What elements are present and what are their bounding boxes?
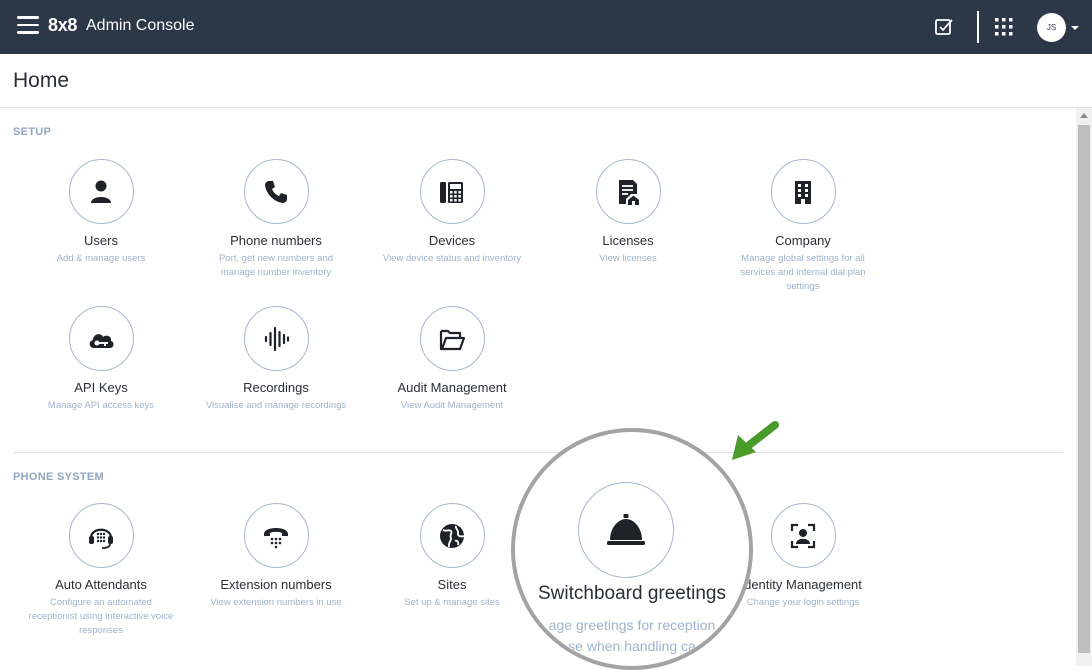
menu-icon[interactable] <box>17 16 39 34</box>
tile-extension-numbers[interactable]: Extension numbers View extension numbers… <box>191 503 361 610</box>
page-title: Home <box>13 69 70 92</box>
tile-description: Configure an automated receptionist usin… <box>28 597 174 636</box>
scrollbar-thumb[interactable] <box>1078 125 1090 653</box>
tile-icon-circle[interactable] <box>770 159 836 224</box>
cloud-key-icon <box>89 333 114 348</box>
tile-icon-circle[interactable] <box>68 159 134 224</box>
tile-icon-circle[interactable] <box>243 159 309 224</box>
tile-label: Sites <box>437 577 467 592</box>
tile-icon-circle[interactable] <box>419 159 485 224</box>
avatar[interactable]: JS <box>1037 13 1066 42</box>
tile-icon-circle[interactable] <box>419 306 485 371</box>
headset-icon <box>89 528 113 549</box>
app-title: Admin Console <box>86 17 195 34</box>
tile-icon-circle[interactable] <box>578 482 674 578</box>
tile-description: Manage API access keys <box>47 400 155 411</box>
license-icon <box>619 179 639 205</box>
tile-icon-circle[interactable] <box>595 159 661 224</box>
topbar-divider <box>977 11 979 43</box>
tasks-check-icon[interactable] <box>934 17 954 37</box>
zoom-desc-line-1: age greetings for reception <box>548 617 716 633</box>
tile-recordings[interactable]: Recordings Visualise and manage recordin… <box>191 306 361 413</box>
tile-description: Set up & manage sites <box>404 597 500 608</box>
tile-icon-circle[interactable] <box>243 503 309 568</box>
tile-label: Users <box>84 233 118 248</box>
tile-icon-circle[interactable] <box>770 503 836 568</box>
tile-label: Switchboard greetings <box>538 583 726 604</box>
tile-icon-circle[interactable] <box>68 503 134 568</box>
tile-users[interactable]: Users Add & manage users <box>16 159 186 266</box>
tile-label: Audit Management <box>397 380 507 395</box>
top-bar: 8x8 Admin Console JS <box>0 0 1092 54</box>
tile-label: Recordings <box>243 380 309 395</box>
building-icon <box>795 180 811 204</box>
tile-description: Visualise and manage recordings <box>205 400 347 411</box>
tile-description: age greetings for reception se when hand… <box>515 615 749 657</box>
tile-api-keys[interactable]: API Keys Manage API access keys <box>16 306 186 413</box>
chevron-down-icon[interactable] <box>1071 26 1079 30</box>
tile-description: Port, get new numbers and manage number … <box>218 253 334 278</box>
arrow-pointer-icon <box>732 421 779 460</box>
tile-description: Manage global settings for all services … <box>740 253 866 292</box>
tile-auto-attendants[interactable]: Auto Attendants Configure an automated r… <box>16 503 186 638</box>
zoom-desc-line-2: se when handling ca <box>568 638 696 654</box>
folder-open-icon <box>439 329 466 350</box>
phone-icon <box>265 180 287 203</box>
tile-icon-circle[interactable] <box>243 306 309 371</box>
tile-description: View extension numbers in use <box>210 597 342 608</box>
tile-label: Devices <box>428 233 476 248</box>
app-grid-icon[interactable] <box>995 18 1013 36</box>
tile-devices[interactable]: Devices View device status and inventory <box>367 159 537 266</box>
user-icon <box>91 180 111 203</box>
tile-label: Auto Attendants <box>55 577 147 592</box>
tile-company[interactable]: Company Manage global settings for all s… <box>718 159 888 294</box>
desk-phone-icon <box>440 181 463 203</box>
tile-description: View licenses <box>599 253 657 264</box>
service-bell-icon <box>607 514 645 545</box>
section-title-setup: SETUP <box>13 126 52 138</box>
identity-icon <box>790 523 816 548</box>
tile-icon-circle[interactable] <box>68 306 134 371</box>
tile-description: View device status and inventory <box>382 253 522 264</box>
page-header: Home <box>0 54 1092 108</box>
tile-label: Extension numbers <box>220 577 332 592</box>
globe-icon <box>440 523 465 548</box>
tile-phone-numbers[interactable]: Phone numbers Port, get new numbers and … <box>191 159 361 280</box>
zoom-callout-switchboard-greetings[interactable]: Switchboard greetings age greetings for … <box>511 428 753 670</box>
tile-label: Company <box>775 233 831 248</box>
tile-licenses[interactable]: Licenses View licenses <box>543 159 713 266</box>
tile-label: Licenses <box>602 233 654 248</box>
phone-keypad-icon <box>264 527 288 548</box>
scroll-up-arrow-icon[interactable] <box>1080 113 1088 118</box>
tile-audit-management[interactable]: Audit Management View Audit Management <box>367 306 537 413</box>
section-title-phone-system: PHONE SYSTEM <box>13 471 105 483</box>
brand-logo[interactable]: 8x8 <box>48 15 77 36</box>
tile-description: View Audit Management <box>400 400 504 411</box>
section-divider <box>13 452 1063 453</box>
audio-wave-icon <box>264 326 290 351</box>
tile-label: API Keys <box>74 380 128 395</box>
tile-description: Add & manage users <box>56 253 146 264</box>
tile-label: Phone numbers <box>230 233 322 248</box>
tile-icon-circle[interactable] <box>419 503 485 568</box>
